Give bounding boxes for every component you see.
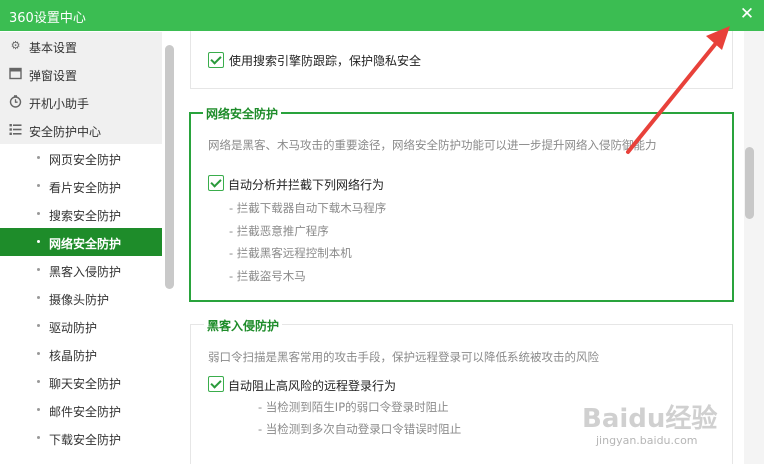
sidebar-item-label: 弹窗设置 bbox=[29, 69, 78, 83]
bullet bbox=[37, 408, 40, 411]
search-antitrack-label: 使用搜索引擎防跟踪，保护隐私安全 bbox=[229, 54, 422, 68]
sidebar-item-video-protection[interactable]: 看片安全防护 bbox=[0, 172, 162, 200]
sidebar-item-network-protection[interactable]: 网络安全防护 bbox=[0, 228, 162, 256]
sidebar-item-label: 邮件安全防护 bbox=[49, 405, 122, 419]
hacker-section-title: 黑客入侵防护 bbox=[204, 317, 283, 334]
baidu-watermark: Baidu经验 bbox=[582, 404, 718, 434]
bullet bbox=[37, 212, 40, 215]
baidu-watermark-url: jingyan.baidu.com bbox=[596, 434, 698, 447]
sidebar-item-hacker-protection[interactable]: 黑客入侵防护 bbox=[0, 256, 162, 284]
sidebar: ⚙ 基本设置 弹窗设置 开机小助手 安全防护中心 网页安全防护 看片安全防护 搜… bbox=[0, 31, 176, 464]
bullet bbox=[37, 352, 40, 355]
network-rule-item: - 拦截盗号木马 bbox=[229, 269, 306, 283]
sidebar-item-label: 黑客入侵防护 bbox=[49, 265, 122, 279]
bullet bbox=[37, 240, 40, 243]
window-icon bbox=[9, 67, 22, 80]
search-section-card: 使用搜索引擎防跟踪，保护隐私安全 bbox=[190, 31, 733, 89]
sidebar-item-label: 看片安全防护 bbox=[49, 181, 122, 195]
sidebar-item-label: 驱动防护 bbox=[49, 321, 98, 335]
network-auto-analyze-checkbox[interactable] bbox=[208, 175, 224, 191]
network-rule-item: - 拦截下载器自动下载木马程序 bbox=[229, 201, 387, 215]
sidebar-item-label: 安全防护中心 bbox=[29, 125, 102, 139]
timer-icon bbox=[9, 95, 22, 108]
network-rule-item: - 拦截黑客远程控制本机 bbox=[229, 246, 352, 260]
search-antitrack-checkbox[interactable] bbox=[208, 52, 224, 68]
sidebar-item-label: 摄像头防护 bbox=[49, 293, 110, 307]
bullet bbox=[37, 268, 40, 271]
sidebar-item-boot-assistant[interactable]: 开机小助手 bbox=[0, 88, 162, 116]
sidebar-item-label: 聊天安全防护 bbox=[49, 377, 122, 391]
sidebar-item-label: 下载安全防护 bbox=[49, 433, 122, 447]
sidebar-scrollbar[interactable] bbox=[165, 45, 174, 289]
hacker-rule-item: - 当检测到陌生IP的弱口令登录时阻止 bbox=[258, 400, 449, 414]
sidebar-item-mail-protection[interactable]: 邮件安全防护 bbox=[0, 396, 162, 424]
content-scrollbar[interactable] bbox=[744, 31, 764, 464]
network-section-title: 网络安全防护 bbox=[203, 105, 282, 122]
sidebar-item-label: 开机小助手 bbox=[29, 97, 90, 111]
list-icon bbox=[9, 123, 22, 136]
scrollbar-thumb[interactable] bbox=[745, 147, 754, 219]
sidebar-item-popup-settings[interactable]: 弹窗设置 bbox=[0, 60, 162, 88]
network-auto-analyze-label: 自动分析并拦截下列网络行为 bbox=[228, 178, 385, 192]
window-title: 360设置中心 bbox=[9, 11, 86, 26]
sidebar-item-label: 核晶防护 bbox=[49, 349, 98, 363]
sidebar-item-download-protection[interactable]: 下载安全防护 bbox=[0, 424, 162, 452]
sidebar-item-driver-protection[interactable]: 驱动防护 bbox=[0, 312, 162, 340]
sidebar-item-security-center[interactable]: 安全防护中心 bbox=[0, 116, 162, 144]
network-rule-item: - 拦截恶意推广程序 bbox=[229, 224, 329, 238]
hacker-block-login-label: 自动阻止高风险的远程登录行为 bbox=[228, 379, 397, 393]
gear-icon: ⚙ bbox=[10, 39, 21, 52]
bullet bbox=[37, 324, 40, 327]
hacker-rule-item: - 当检测到多次自动登录口令错误时阻止 bbox=[258, 422, 462, 436]
hacker-block-login-checkbox[interactable] bbox=[208, 376, 224, 392]
close-icon[interactable]: ✕ bbox=[736, 2, 758, 26]
sidebar-item-search-protection[interactable]: 搜索安全防护 bbox=[0, 200, 162, 228]
bullet bbox=[37, 184, 40, 187]
network-section-description: 网络是黑客、木马攻击的重要途径，网络安全防护功能可以进一步提升网络入侵防御能力 bbox=[208, 138, 657, 152]
sidebar-item-label: 网络安全防护 bbox=[49, 237, 122, 251]
bullet bbox=[37, 436, 40, 439]
sidebar-item-core-crystal-protection[interactable]: 核晶防护 bbox=[0, 340, 162, 368]
sidebar-item-label: 搜索安全防护 bbox=[49, 209, 122, 223]
sidebar-item-web-protection[interactable]: 网页安全防护 bbox=[0, 144, 162, 172]
hacker-section-description: 弱口令扫描是黑客常用的攻击手段，保护远程登录可以降低系统被攻击的风险 bbox=[208, 350, 599, 364]
title-bar: 360设置中心 ✕ bbox=[0, 0, 764, 31]
sidebar-item-label: 网页安全防护 bbox=[49, 153, 122, 167]
sidebar-item-basic-settings[interactable]: ⚙ 基本设置 bbox=[0, 32, 162, 60]
bullet bbox=[37, 296, 40, 299]
sidebar-item-chat-protection[interactable]: 聊天安全防护 bbox=[0, 368, 162, 396]
bullet bbox=[37, 380, 40, 383]
bullet bbox=[37, 156, 40, 159]
sidebar-item-camera-protection[interactable]: 摄像头防护 bbox=[0, 284, 162, 312]
sidebar-item-label: 基本设置 bbox=[29, 41, 78, 55]
